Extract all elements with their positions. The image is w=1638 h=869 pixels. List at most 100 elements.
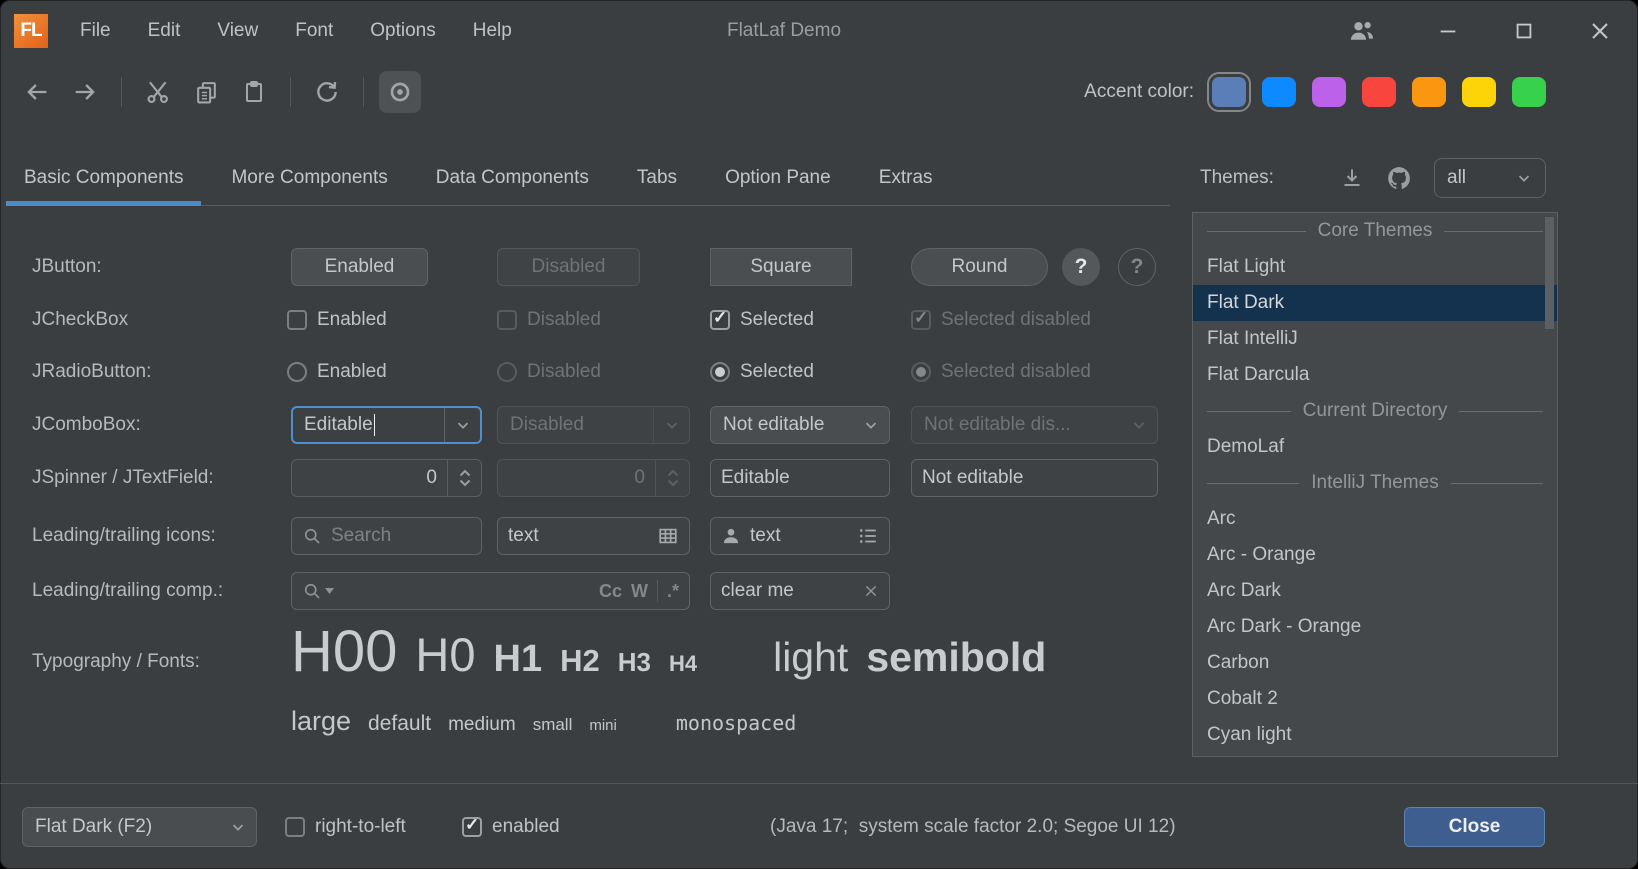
scissors-icon [150, 82, 166, 97]
radio-circle[interactable] [287, 362, 307, 382]
close-window-button[interactable] [1562, 0, 1638, 62]
accent-swatch-green[interactable] [1512, 77, 1546, 107]
search-input[interactable] [331, 525, 471, 547]
spinner-enabled[interactable]: 0 [291, 459, 482, 497]
radio-circle-selected[interactable] [710, 362, 730, 382]
cut-button[interactable] [137, 71, 179, 113]
accent-swatch-default[interactable] [1212, 77, 1246, 107]
theme-item-flat-darcula[interactable]: Flat Darcula [1193, 357, 1557, 393]
checkbox-enabled[interactable]: Enabled [287, 309, 387, 331]
accent-swatch-red[interactable] [1362, 77, 1396, 107]
copy-button[interactable] [185, 71, 227, 113]
theme-item-dark-flat[interactable]: Dark Flat [1193, 753, 1557, 757]
checkbox-box[interactable] [287, 310, 307, 330]
tab-more-components[interactable]: More Components [229, 150, 389, 206]
tab-basic-components[interactable]: Basic Components [22, 150, 185, 206]
radio-circle-selected [911, 362, 931, 382]
theme-item-flat-intellij[interactable]: Flat IntelliJ [1193, 321, 1557, 357]
search-input[interactable] [343, 580, 590, 602]
clearable-field[interactable] [710, 572, 890, 610]
tab-option-pane[interactable]: Option Pane [723, 150, 833, 206]
theme-item-flat-light[interactable]: Flat Light [1193, 249, 1557, 285]
checkbox-box[interactable] [285, 817, 305, 837]
text-field-with-table-icon[interactable] [497, 517, 690, 555]
theme-item-arc-dark-orange[interactable]: Arc Dark - Orange [1193, 609, 1557, 645]
whole-words-button[interactable]: W [631, 581, 648, 602]
combobox-value: Not editable [723, 414, 824, 436]
accent-swatch-yellow[interactable] [1462, 77, 1496, 107]
accent-swatch-orange[interactable] [1412, 77, 1446, 107]
square-button[interactable]: Square [710, 248, 852, 286]
round-button[interactable]: Round [911, 248, 1048, 286]
download-theme-button[interactable] [1340, 166, 1364, 190]
table-icon[interactable] [657, 525, 679, 547]
theme-item-arc-dark[interactable]: Arc Dark [1193, 573, 1557, 609]
combobox-not-editable[interactable]: Not editable [710, 406, 890, 444]
textfield-editable[interactable]: Editable [710, 459, 890, 497]
minimize-button[interactable] [1410, 0, 1486, 62]
enabled-button[interactable]: Enabled [291, 248, 428, 286]
paste-button[interactable] [233, 71, 275, 113]
right-to-left-checkbox[interactable]: right-to-left [285, 816, 406, 838]
clear-icon[interactable] [863, 583, 879, 599]
radio-selected[interactable]: Selected [710, 361, 814, 383]
spinner-value[interactable]: 0 [292, 467, 447, 489]
combobox-editable[interactable]: Editable [291, 406, 482, 444]
theme-item-demolaf[interactable]: DemoLaf [1193, 429, 1557, 465]
help-button-filled[interactable]: ? [1062, 248, 1100, 286]
tab-data-components[interactable]: Data Components [434, 150, 591, 206]
close-button[interactable]: Close [1404, 807, 1545, 847]
row-jcombobox: JComboBox: Editable Disabled Not editabl… [0, 404, 1180, 446]
radio-enabled[interactable]: Enabled [287, 361, 387, 383]
list-icon[interactable] [857, 525, 879, 547]
forward-button[interactable] [64, 71, 106, 113]
match-case-button[interactable]: Cc [599, 581, 622, 602]
radio-disabled: Disabled [497, 361, 601, 383]
help-button-outlined[interactable]: ? [1118, 248, 1156, 286]
laf-combobox[interactable]: Flat Dark (F2) [22, 807, 257, 847]
refresh-button[interactable] [306, 71, 348, 113]
menu-edit[interactable]: Edit [148, 20, 181, 42]
menu-view[interactable]: View [217, 20, 258, 42]
checkbox-selected[interactable]: Selected [710, 309, 814, 331]
text-field-with-user-and-list-icons[interactable] [710, 517, 890, 555]
search-with-menu-icon[interactable] [302, 581, 334, 601]
theme-item-arc-orange[interactable]: Arc - Orange [1193, 537, 1557, 573]
chevron-down-icon[interactable] [444, 408, 480, 442]
show-hidden-toggle-button[interactable] [379, 71, 421, 113]
menu-font[interactable]: Font [295, 20, 333, 42]
text-input[interactable] [750, 525, 848, 547]
back-button[interactable] [16, 71, 58, 113]
menu-help[interactable]: Help [473, 20, 512, 42]
tab-extras[interactable]: Extras [877, 150, 935, 206]
theme-item-cyan-light[interactable]: Cyan light [1193, 717, 1557, 753]
checkbox-box-checked[interactable] [462, 817, 482, 837]
users-icon[interactable] [1332, 0, 1392, 62]
themes-list-scrollbar-thumb[interactable] [1545, 217, 1554, 329]
regex-button[interactable]: .* [667, 581, 679, 602]
bottom-bar: Flat Dark (F2) right-to-left enabled (Ja… [0, 783, 1638, 869]
tab-tabs[interactable]: Tabs [635, 150, 679, 206]
menu-file[interactable]: File [80, 20, 111, 42]
spinner-arrows[interactable] [447, 460, 481, 496]
theme-item-arc[interactable]: Arc [1193, 501, 1557, 537]
themes-header-icons [1340, 165, 1412, 191]
clearable-input[interactable] [721, 580, 854, 602]
theme-item-flat-dark[interactable]: Flat Dark [1193, 285, 1557, 321]
maximize-button[interactable] [1486, 0, 1562, 62]
search-field-with-options[interactable]: Cc W .* [291, 572, 690, 610]
text-input[interactable] [508, 525, 648, 547]
theme-item-cobalt-2[interactable]: Cobalt 2 [1193, 681, 1557, 717]
theme-item-carbon[interactable]: Carbon [1193, 645, 1557, 681]
window-controls [1332, 0, 1638, 62]
checkbox-box-checked[interactable] [710, 310, 730, 330]
enabled-checkbox[interactable]: enabled [462, 816, 560, 838]
accent-swatch-blue[interactable] [1262, 77, 1296, 107]
search-icon [302, 526, 322, 546]
accent-swatch-purple[interactable] [1312, 77, 1346, 107]
themes-filter-combobox[interactable]: all [1434, 158, 1546, 198]
search-field[interactable] [291, 517, 482, 555]
themes-group-separator: Core Themes [1193, 213, 1557, 249]
menu-options[interactable]: Options [370, 20, 435, 42]
github-button[interactable] [1386, 165, 1412, 191]
